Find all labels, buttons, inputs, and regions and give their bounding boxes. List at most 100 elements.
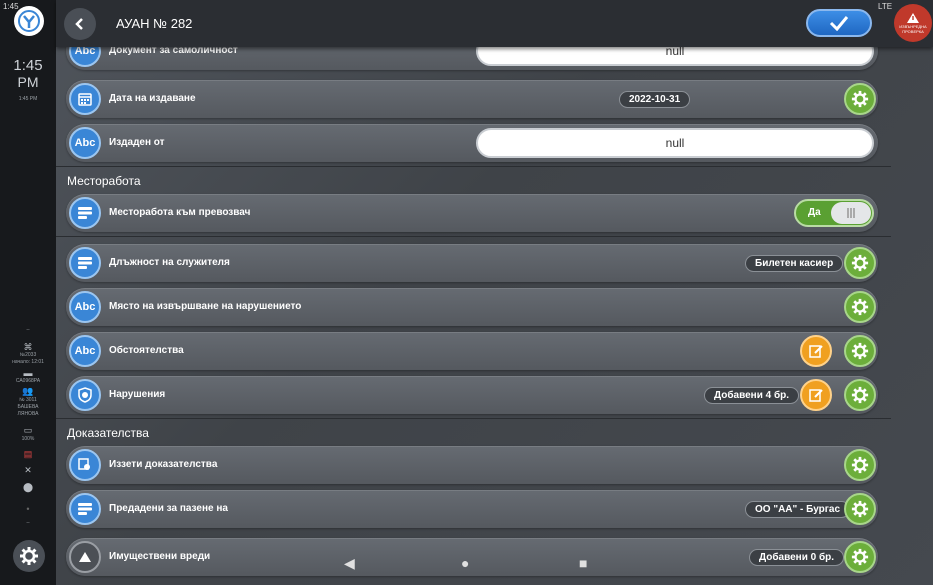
issued-by-field[interactable]: null [476,128,874,158]
abc-icon: Abc [69,127,101,159]
settings-gear-button[interactable] [844,291,876,323]
row-label: Документ за самоличност [109,47,238,56]
network-icon: ⌘ [23,341,33,352]
shield-icon [69,379,101,411]
settings-gear-button[interactable] [844,493,876,525]
row-label: Месторабота към превозвач [109,207,251,218]
row-label: Издаден от [109,137,165,148]
nav-back-button[interactable]: ◀ [344,555,355,572]
gear-icon [851,342,869,360]
printer-icon: ▤ [23,448,33,459]
app-logo[interactable] [14,6,44,36]
row-label: Длъжност на служителя [109,257,230,268]
bus-icon: ▬ [23,368,33,378]
settings-gear-button[interactable] [844,335,876,367]
issue-date-value: 2022-10-31 [619,91,691,108]
divider [56,418,891,419]
row-label: Дата на издаване [109,93,196,104]
android-nav-bar: ◀ ● ■ [56,555,933,575]
battery-level: 100% [21,436,35,442]
gear-icon [20,547,38,565]
gear-icon [851,386,869,404]
confirm-button[interactable] [806,9,872,37]
divider [56,236,891,237]
check-icon [829,16,849,31]
settings-gear-button[interactable] [13,540,45,572]
row-circumstances[interactable]: Abc Обстоятелства [66,332,878,370]
row-id-document[interactable]: Abc Документ за самоличност null [66,47,878,70]
edit-icon [809,389,823,402]
row-label: Предадени за пазене на [109,503,228,514]
row-employee-position[interactable]: Длъжност на служителя Билетен касиер [66,244,878,282]
extraordinary-check-badge[interactable]: ИЗВЪНРЕДНА ПРОВЕРКА [894,4,932,42]
row-seized-evidence[interactable]: Иззети доказателства [66,446,878,484]
location-icon: ⬤ [22,481,34,492]
rail-separator-top: -- [26,327,30,333]
section-workplace: Месторабота [67,174,141,188]
nav-home-button[interactable]: ● [461,555,469,571]
status-time: 1:45 [3,2,19,11]
rail-separator-bottom: -- [26,520,30,526]
list-icon [69,197,101,229]
gear-icon [851,456,869,474]
app-header: АУАН № 282 LTE ИЗВЪНРЕДНА ПРОВЕРКА [56,0,933,47]
left-rail: 1:45 1:45 PM 1:45 PM -- ⌘ №2033 начало: … [0,0,56,585]
row-label: Обстоятелства [109,345,184,356]
settings-gear-button[interactable] [844,247,876,279]
row-label: Място на извършване на нарушението [109,301,302,312]
network-status: LTE [878,2,893,11]
toggle-knob[interactable] [831,202,871,224]
settings-gear-button[interactable] [844,83,876,115]
dot-icon: • [26,504,30,514]
toggle-label: Да [808,207,821,218]
page-title: АУАН № 282 [116,16,193,31]
edit-icon [809,345,823,358]
id-document-field[interactable]: null [476,47,874,66]
clock-time: 1:45 [13,57,43,74]
employee-position-value: Билетен касиер [745,255,844,272]
abc-icon: Abc [69,47,101,67]
violations-count: Добавени 4 бр. [704,387,800,404]
alert-text-2: ПРОВЕРКА [902,29,924,34]
form-content: Abc Документ за самоличност null Дата на… [56,47,933,585]
calendar-icon [69,83,101,115]
warning-icon [907,13,919,23]
row-handed-for-storage[interactable]: Предадени за пазене на ОО "АА" - Бургас [66,490,878,528]
storage-value: ОО "АА" - Бургас [745,501,851,518]
no-gps-icon: ✕ [24,464,32,475]
employee-name-2: ЛЯНОВА [17,411,39,417]
row-label: Иззети доказателства [109,459,218,470]
row-issue-date[interactable]: Дата на издаване 2022-10-31 [66,80,878,118]
row-issued-by[interactable]: Abc Издаден от null [66,124,878,162]
settings-gear-button[interactable] [844,449,876,481]
nav-recents-button[interactable]: ■ [579,555,587,571]
evidence-icon [69,449,101,481]
clock-ampm: PM [17,74,39,90]
back-button[interactable] [64,8,96,40]
clock-small: 1:45 PM [18,96,38,102]
gear-icon [851,500,869,518]
device-id: №2033 [19,352,37,358]
battery-icon: ▭ [23,424,33,435]
start-time: начало: 12:01 [12,359,44,365]
edit-button[interactable] [800,335,832,367]
grip-icon [847,208,855,218]
section-evidence: Доказателства [67,426,149,440]
row-violation-place[interactable]: Abc Място на извършване на нарушението [66,288,878,326]
row-violations[interactable]: Нарушения Добавени 4 бр. [66,376,878,414]
gear-icon [851,90,869,108]
abc-icon: Abc [69,291,101,323]
employee-number: № 3011 [19,397,37,403]
row-label: Нарушения [109,389,166,400]
list-icon [69,493,101,525]
back-icon [75,18,83,30]
row-workplace-carrier[interactable]: Месторабота към превозвач Да [66,194,878,232]
list-icon [69,247,101,279]
workplace-carrier-toggle[interactable]: Да [794,199,874,227]
settings-gear-button[interactable] [844,379,876,411]
divider [56,166,891,167]
gear-icon [851,298,869,316]
vehicle-plate: СА0968РА [15,378,41,384]
edit-button[interactable] [800,379,832,411]
gear-icon [851,254,869,272]
